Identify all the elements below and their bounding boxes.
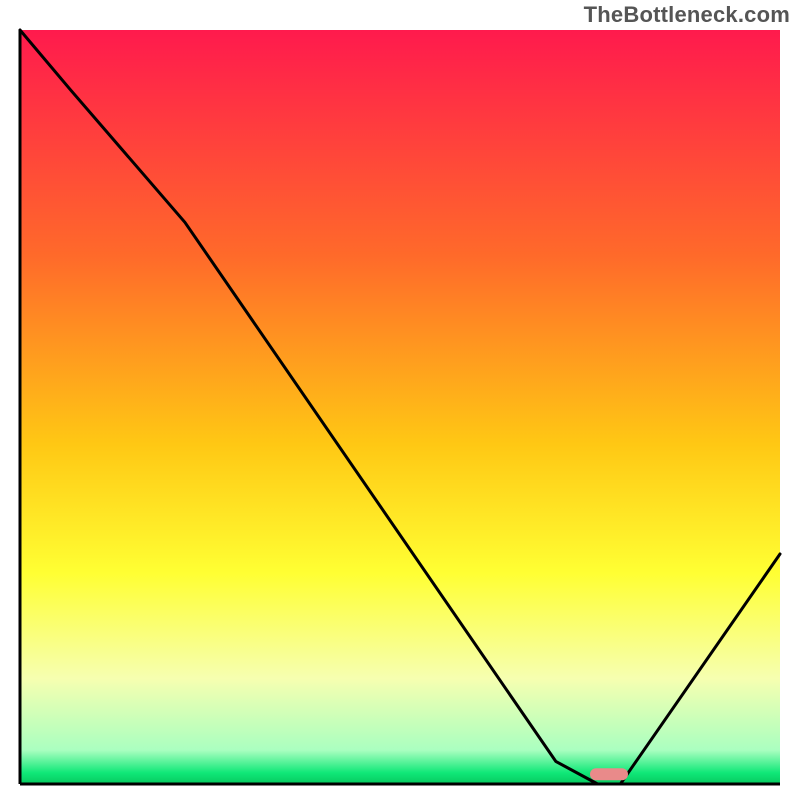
optimal-marker <box>590 768 628 780</box>
bottleneck-chart <box>0 0 800 800</box>
plot-background <box>20 30 780 784</box>
watermark-text: TheBottleneck.com <box>584 2 790 28</box>
chart-container: TheBottleneck.com <box>0 0 800 800</box>
